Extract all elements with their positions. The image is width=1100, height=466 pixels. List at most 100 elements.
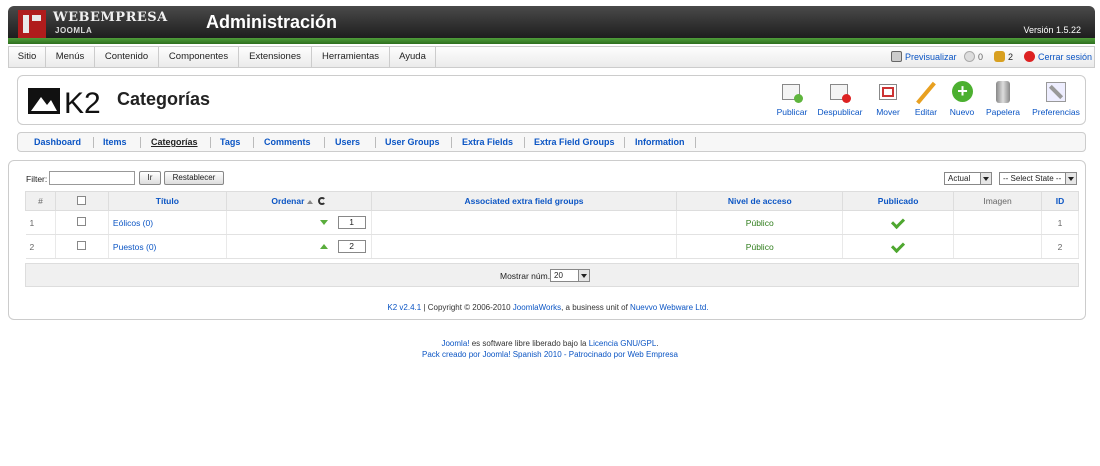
- preview-link[interactable]: Previsualizar: [891, 47, 957, 67]
- new-label: Nuevo: [949, 107, 975, 117]
- row-published: [842, 234, 955, 259]
- page-size-select[interactable]: 20: [550, 269, 590, 282]
- chevron-down-icon: [1065, 173, 1076, 184]
- pack-credit-link[interactable]: Pack creado por Joomla! Spanish 2010 - P…: [0, 349, 1100, 360]
- col-order[interactable]: Ordenar: [225, 191, 372, 211]
- tab-users[interactable]: Users: [335, 133, 360, 151]
- go-button[interactable]: Ir: [139, 171, 161, 185]
- pager-label: Mostrar núm.: [500, 271, 551, 281]
- publish-label: Publicar: [776, 107, 808, 117]
- menu-ayuda[interactable]: Ayuda: [390, 47, 436, 67]
- admin-header: WEBEMPRESA JOOMLA Administración Versión…: [8, 6, 1095, 38]
- k2-logo-icon: K2: [28, 87, 101, 116]
- submenu-divider: [451, 137, 452, 148]
- submenu-divider: [375, 137, 376, 148]
- k2-submenu: Dashboard Items Categorías Tags Comments…: [17, 132, 1086, 152]
- chevron-down-icon: [578, 270, 589, 281]
- publish-icon: [779, 80, 805, 104]
- publish-button[interactable]: Publicar: [771, 80, 813, 117]
- joomla-logo-icon: [18, 10, 46, 38]
- row-access-link[interactable]: Público: [676, 210, 844, 235]
- menu-componentes[interactable]: Componentes: [159, 47, 239, 67]
- menu-contenido[interactable]: Contenido: [95, 47, 159, 67]
- col-order-label: Ordenar: [271, 196, 305, 206]
- site-footer: Joomla! es software libre liberado bajo …: [0, 338, 1100, 360]
- license-text: es software libre liberado bajo la: [469, 339, 589, 348]
- move-button[interactable]: Mover: [871, 80, 905, 117]
- col-published[interactable]: Publicado: [842, 191, 955, 211]
- row-checkbox[interactable]: [77, 217, 87, 226]
- col-id[interactable]: ID: [1040, 191, 1080, 211]
- brand-name: WEBEMPRESA: [53, 10, 168, 25]
- tab-extra-field-groups[interactable]: Extra Field Groups: [534, 133, 615, 151]
- k2-copyright-text: | Copyright © 2006-2010: [421, 303, 513, 312]
- preferences-button[interactable]: Preferencias: [1029, 80, 1083, 117]
- tab-categorias[interactable]: Categorías: [151, 133, 198, 151]
- col-access[interactable]: Nivel de acceso: [676, 191, 844, 211]
- trash-button[interactable]: Papelera: [983, 80, 1023, 117]
- select-all-checkbox[interactable]: [77, 195, 87, 205]
- logout-icon: [1024, 51, 1035, 62]
- menu-extensiones[interactable]: Extensiones: [239, 47, 312, 67]
- language-select[interactable]: Actual: [944, 172, 992, 185]
- users-icon: [994, 51, 1005, 62]
- table-row: 2 Puestos (0) 2 Público 2: [25, 234, 1080, 259]
- save-order-icon[interactable]: [318, 197, 327, 205]
- header-stripe: [8, 38, 1095, 44]
- version-label: Versión 1.5.22: [1023, 25, 1081, 35]
- language-select-value: Actual: [948, 174, 971, 183]
- edit-button[interactable]: Editar: [911, 80, 941, 117]
- joomlaworks-link[interactable]: JoomlaWorks: [513, 303, 561, 312]
- toolbar-panel: K2 Categorías Publicar Despublicar Mover…: [17, 75, 1086, 125]
- tab-items[interactable]: Items: [103, 133, 127, 151]
- filter-input[interactable]: [49, 171, 135, 185]
- col-image: Imagen: [953, 191, 1042, 211]
- unpublish-icon: [827, 80, 853, 104]
- new-button[interactable]: + Nuevo: [947, 80, 977, 117]
- published-check-icon[interactable]: [891, 214, 906, 229]
- tab-dashboard[interactable]: Dashboard: [34, 133, 81, 151]
- tab-user-groups[interactable]: User Groups: [385, 133, 440, 151]
- row-image: [953, 234, 1042, 259]
- order-input[interactable]: 2: [337, 240, 366, 253]
- k2-version-link[interactable]: K2 v2.4.1: [387, 303, 421, 312]
- trash-icon: [990, 80, 1016, 104]
- row-access-link[interactable]: Público: [676, 234, 844, 259]
- order-input[interactable]: 1: [337, 216, 366, 229]
- move-up-icon[interactable]: [319, 244, 328, 249]
- brand-sub: JOOMLA: [55, 26, 93, 35]
- move-icon: [875, 80, 901, 104]
- state-select[interactable]: -- Select State --: [999, 172, 1077, 185]
- submenu-divider: [253, 137, 254, 148]
- submenu-divider: [140, 137, 141, 148]
- messages-indicator[interactable]: 0: [964, 47, 983, 67]
- col-extra-groups[interactable]: Associated extra field groups: [370, 191, 678, 211]
- row-checkbox[interactable]: [77, 241, 87, 250]
- joomla-link[interactable]: Joomla!: [441, 339, 469, 348]
- menu-herramientas[interactable]: Herramientas: [312, 47, 390, 67]
- col-title[interactable]: Título: [107, 191, 227, 211]
- unpublish-label: Despublicar: [817, 107, 863, 117]
- move-down-icon[interactable]: [319, 220, 328, 225]
- unpublish-button[interactable]: Despublicar: [815, 80, 865, 117]
- page-title: Categorías: [117, 89, 211, 109]
- users-count: 2: [1008, 52, 1014, 62]
- published-check-icon[interactable]: [891, 238, 906, 253]
- users-indicator[interactable]: 2: [994, 47, 1013, 67]
- logout-link[interactable]: Cerrar sesión: [1024, 47, 1092, 67]
- reset-button[interactable]: Restablecer: [164, 171, 224, 185]
- category-title-link[interactable]: Eólicos (0): [108, 210, 227, 235]
- tab-information[interactable]: Information: [635, 133, 685, 151]
- nuevvo-link[interactable]: Nuevvo Webware Ltd.: [630, 303, 709, 312]
- menu-sitio[interactable]: Sitio: [9, 47, 46, 67]
- license-link[interactable]: Licencia GNU/GPL: [589, 339, 657, 348]
- submenu-divider: [324, 137, 325, 148]
- tab-extra-fields[interactable]: Extra Fields: [462, 133, 513, 151]
- row-select: [55, 210, 109, 235]
- menu-menus[interactable]: Menús: [46, 47, 95, 67]
- tab-tags[interactable]: Tags: [220, 133, 240, 151]
- submenu-divider: [210, 137, 211, 148]
- filter-label: Filter:: [26, 174, 48, 184]
- category-title-link[interactable]: Puestos (0): [108, 234, 227, 259]
- tab-comments[interactable]: Comments: [264, 133, 311, 151]
